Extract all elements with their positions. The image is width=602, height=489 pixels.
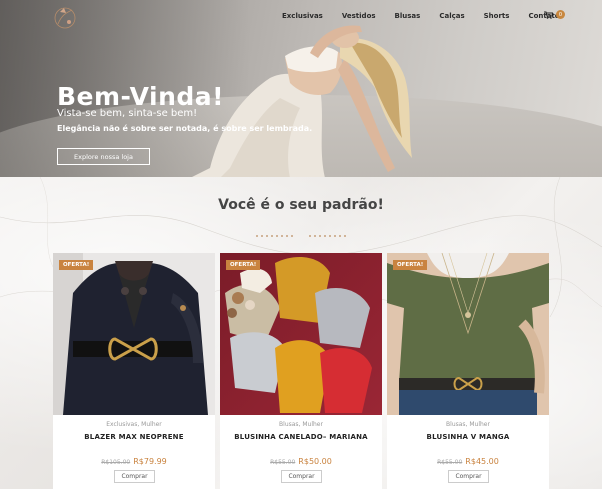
cart-button[interactable]: 0 (544, 10, 565, 19)
offer-badge: OFERTA! (226, 260, 261, 270)
sale-price: R$45.00 (465, 457, 499, 466)
product-name[interactable]: BLUSINHA CANELADO– MARIANA (220, 433, 382, 441)
nav-item-exclusivas[interactable]: Exclusivas (282, 12, 323, 20)
product-category[interactable]: Blusas, Mulher (387, 421, 549, 428)
buy-button[interactable]: Comprar (281, 470, 322, 483)
product-name[interactable]: BLUSINHA V MANGA (387, 433, 549, 441)
old-price: R$55.00 (437, 459, 463, 466)
product-card[interactable]: OFERTA! Blusas, Mulher BLUSINHA V MANGA … (387, 253, 549, 489)
nav-item-calcas[interactable]: Calças (439, 12, 464, 20)
section-title: Você é o seu padrão! (218, 197, 384, 213)
offer-badge: OFERTA! (59, 260, 94, 270)
old-price: R$105.00 (101, 459, 131, 466)
buy-button[interactable]: Comprar (448, 470, 489, 483)
product-image[interactable]: OFERTA! (220, 253, 382, 415)
product-price: R$105.00 R$79.99 (53, 457, 215, 466)
old-price: R$55.00 (270, 459, 296, 466)
explore-store-button[interactable]: Explore nossa loja (57, 148, 150, 165)
product-image[interactable]: OFERTA! (53, 253, 215, 415)
decorative-divider-moon-icon (256, 232, 346, 240)
nav-item-vestidos[interactable]: Vestidos (342, 12, 376, 20)
hero-tagline: Elegância não é sobre ser notada, é sobr… (57, 124, 313, 133)
hero-title: Bem-Vinda! (57, 82, 225, 111)
product-card[interactable]: OFERTA! Blusas, Mulher BLUSINHA CANELADO… (220, 253, 382, 489)
hero-banner: Exclusivas Vestidos Blusas Calças Shorts… (0, 0, 602, 177)
sale-price: R$79.99 (133, 457, 167, 466)
product-price: R$55.00 R$45.00 (387, 457, 549, 466)
product-category[interactable]: Exclusivas, Mulher (53, 421, 215, 428)
offer-badge: OFERTA! (393, 260, 428, 270)
brand-logo-icon[interactable] (50, 4, 80, 38)
hero-subtitle: Vista-se bem, sinta-se bem! (57, 108, 198, 119)
product-category[interactable]: Blusas, Mulher (220, 421, 382, 428)
product-name[interactable]: BLAZER MAX NEOPRENE (53, 433, 215, 441)
product-image[interactable]: OFERTA! (387, 253, 549, 415)
main-nav: Exclusivas Vestidos Blusas Calças Shorts… (282, 12, 579, 20)
product-price: R$55.00 R$50.00 (220, 457, 382, 466)
nav-item-shorts[interactable]: Shorts (484, 12, 510, 20)
sale-price: R$50.00 (298, 457, 332, 466)
buy-button[interactable]: Comprar (114, 470, 155, 483)
product-card[interactable]: OFERTA! Exclusivas, Mulher BLAZER MAX NE… (53, 253, 215, 489)
cart-count-badge: 0 (556, 10, 565, 19)
nav-item-blusas[interactable]: Blusas (395, 12, 421, 20)
cart-icon (544, 11, 553, 19)
